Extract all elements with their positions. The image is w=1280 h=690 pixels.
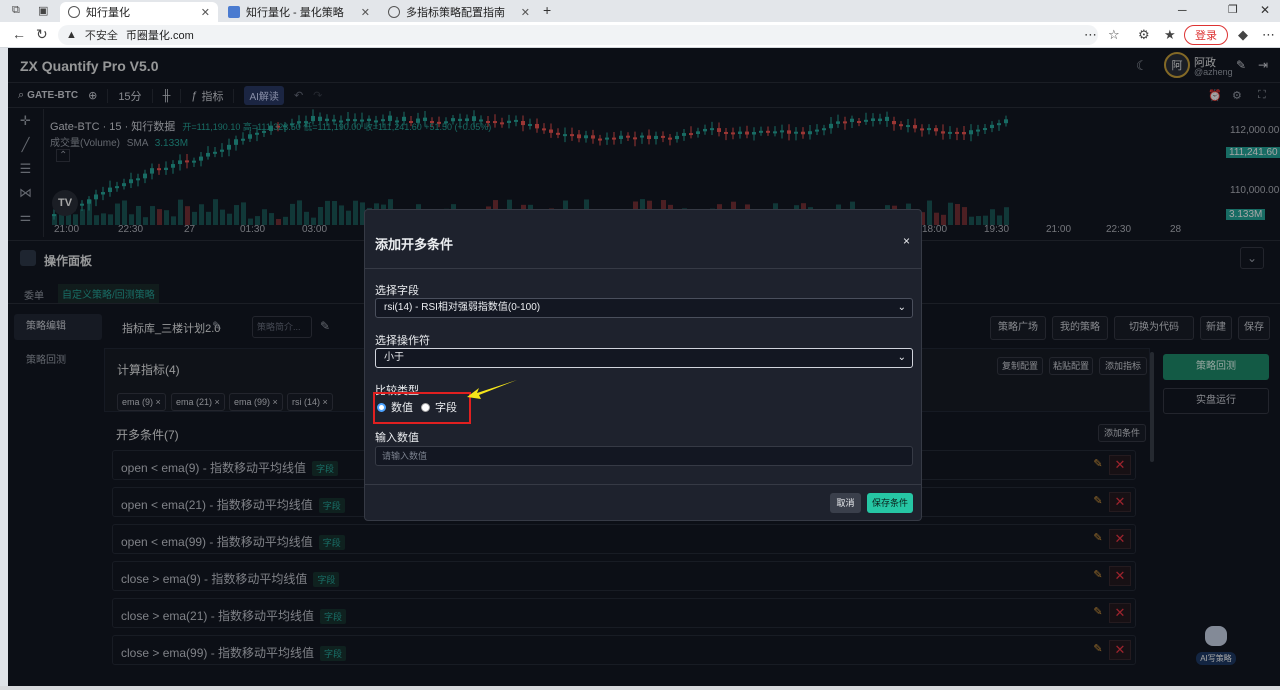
workspaces-icon[interactable]: ⧉ [12,4,20,17]
url-text: 币圈量化.com [125,30,194,42]
field-label: 选择字段 [375,285,419,297]
warning-icon: ▲ [66,29,77,41]
compare-type-radio-group: 数值 字段 [377,399,457,415]
tab-label: 知行量化 [86,7,130,19]
more-dots-icon[interactable]: ⋯ [1084,27,1097,43]
save-condition-button[interactable]: 保存条件 [867,493,913,513]
globe-icon [388,6,400,18]
tab-actions-icon[interactable]: ▣ [38,4,48,17]
app-window: ZX Quantify Pro V5.0 ☾ 阿 阿政 @azheng ✎ ⇥ … [8,48,1280,686]
radio-field[interactable] [421,402,430,412]
close-icon[interactable]: ✕ [201,6,210,19]
taskbar-strip [0,686,1280,690]
divider [365,268,921,269]
dialog-title: 添加开多条件 [375,237,454,252]
cancel-button[interactable]: 取消 [830,493,861,513]
chevron-down-icon: ⌄ [897,302,906,313]
tab-label: 多指标策略配置指南 [406,7,505,19]
radio-value-label[interactable]: 数值 [391,399,413,415]
annotation-arrow [467,380,517,399]
tab-label: 知行量化 - 量化策略 [246,7,344,19]
field-select[interactable]: rsi(14) - RSI相对强弱指数值(0-100) ⌄ [375,298,913,318]
browser-tab-bar: ⧉ ▣ 知行量化 ✕ 知行量化 - 量化策略 ✕ 多指标策略配置指南 ✕ + ─… [0,0,1280,22]
url-input[interactable]: ▲ 不安全 币圈量化.com [58,25,1098,45]
address-bar-row: ← ↻ ▲ 不安全 币圈量化.com ⋯ ☆ ⚙ ★ 登录 ◆ ⋯ [0,22,1280,48]
value-input[interactable]: 请输入数值 [375,446,913,466]
field-select-value: rsi(14) - RSI相对强弱指数值(0-100) [384,302,541,313]
input-value-label: 输入数值 [375,432,419,444]
extensions-icon[interactable]: ⚙ [1138,27,1150,43]
radio-value[interactable] [377,402,386,412]
operator-select-value: 小于 [384,352,404,363]
tab-guide[interactable]: 多指标策略配置指南 ✕ [380,2,538,22]
tab-zhixing[interactable]: 知行量化 ✕ [60,2,218,22]
add-long-condition-dialog: 添加开多条件 × 选择字段 rsi(14) - RSI相对强弱指数值(0-100… [364,209,922,521]
window-close-button[interactable]: ✕ [1260,3,1270,17]
favorites-icon[interactable]: ★ [1164,27,1176,43]
new-tab-button[interactable]: + [543,2,551,18]
close-icon[interactable]: × [903,234,910,248]
close-icon[interactable]: ✕ [521,6,530,19]
reload-icon[interactable]: ↻ [36,26,48,43]
menu-dots-icon[interactable]: ⋯ [1262,27,1275,43]
close-icon[interactable]: ✕ [361,6,370,19]
operator-label: 选择操作符 [375,335,430,347]
security-label: 不安全 [84,30,118,42]
restore-button[interactable]: ❐ [1228,3,1238,16]
back-icon[interactable]: ← [12,26,26,42]
radio-field-label[interactable]: 字段 [435,399,457,415]
copilot-icon[interactable]: ◆ [1238,27,1248,43]
chevron-down-icon: ⌄ [897,352,906,363]
minimize-button[interactable]: ─ [1178,3,1187,17]
login-button[interactable]: 登录 [1184,25,1228,45]
tab-strategy[interactable]: 知行量化 - 量化策略 ✕ [220,2,378,22]
operator-select[interactable]: 小于 ⌄ [375,348,913,368]
globe-icon [68,6,80,18]
site-icon [228,6,240,18]
favorite-star-icon[interactable]: ☆ [1108,27,1120,43]
divider [365,484,921,485]
